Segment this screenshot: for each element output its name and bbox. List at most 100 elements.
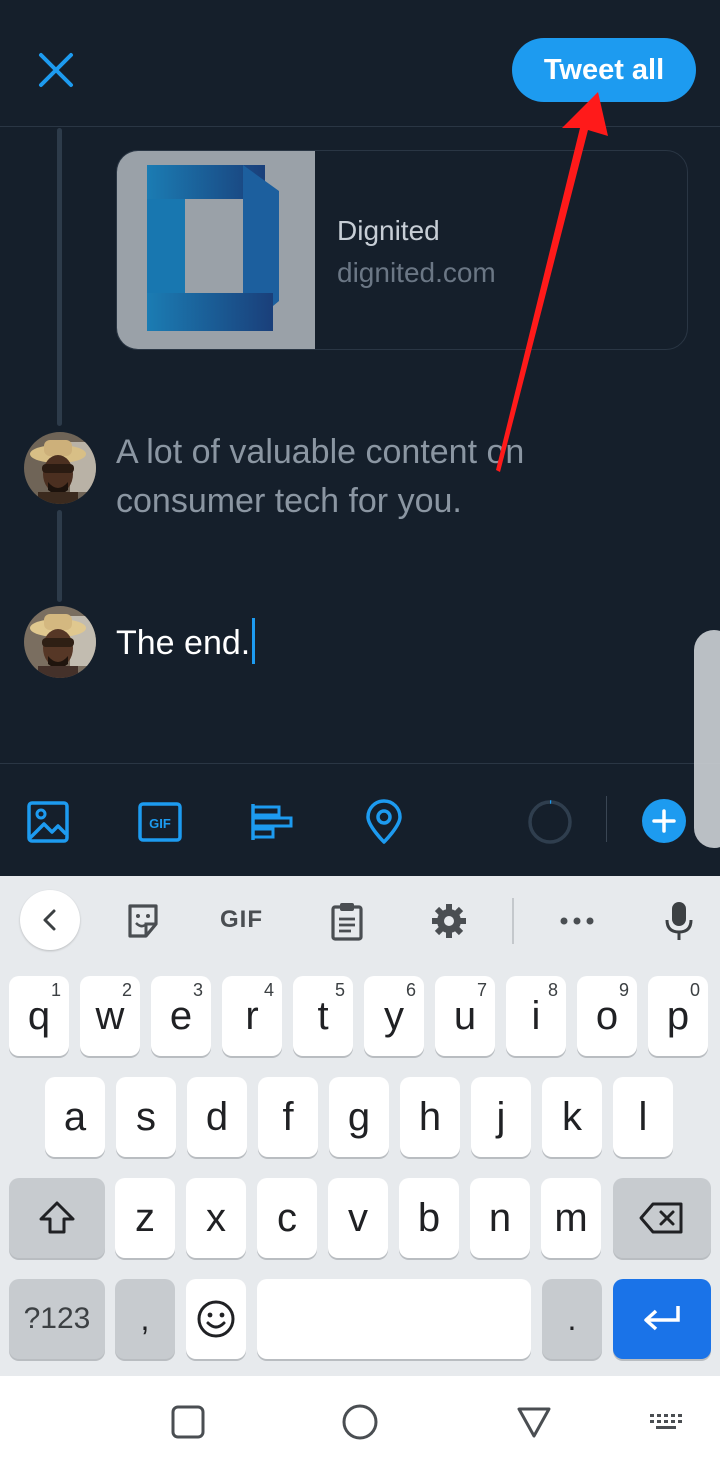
back-button[interactable] <box>514 1402 554 1442</box>
avatar <box>24 606 96 678</box>
key-hint: 3 <box>192 980 203 1000</box>
key-label: d <box>205 1094 229 1139</box>
tweet-text-2[interactable]: A lot of valuable content on consumer te… <box>116 428 586 526</box>
thread-connector <box>57 128 62 426</box>
voice-input-button[interactable] <box>656 898 702 944</box>
sticker-button[interactable] <box>120 898 166 944</box>
key-n[interactable]: n <box>470 1178 530 1258</box>
key-hint: 1 <box>50 980 61 1000</box>
keyboard-back-button[interactable] <box>20 890 80 950</box>
thread-connector <box>57 510 62 602</box>
key-v[interactable]: v <box>328 1178 388 1258</box>
link-preview-card[interactable]: Dignited dignited.com <box>116 150 688 350</box>
poll-icon <box>251 804 293 840</box>
key-e[interactable]: e3 <box>151 976 211 1056</box>
sticker-icon <box>128 904 158 938</box>
key-label: o <box>595 993 619 1038</box>
key-hint: 5 <box>334 980 345 1000</box>
symbols-key[interactable]: ?123 <box>9 1279 105 1359</box>
shift-key[interactable] <box>9 1178 105 1258</box>
backspace-key[interactable] <box>613 1178 711 1258</box>
key-label: r <box>245 993 259 1038</box>
compose-screen: Tweet all Dignited dignited.com A lot of… <box>0 0 720 876</box>
keyboard-settings-button[interactable] <box>426 898 472 944</box>
key-r[interactable]: r4 <box>222 976 282 1056</box>
gif-keyboard-button[interactable]: GIF <box>220 906 263 934</box>
key-b[interactable]: b <box>399 1178 459 1258</box>
key-l[interactable]: l <box>613 1077 673 1157</box>
key-hint: 4 <box>263 980 274 1000</box>
close-icon <box>39 53 73 87</box>
key-label: g <box>347 1094 371 1139</box>
triangle-back-icon <box>517 1407 551 1438</box>
media-button[interactable] <box>24 798 72 846</box>
key-label: z <box>135 1195 155 1240</box>
more-options-button[interactable] <box>554 898 600 944</box>
key-c[interactable]: c <box>257 1178 317 1258</box>
circle-icon <box>342 1404 378 1440</box>
tweet-input-3[interactable]: The end. <box>116 618 256 668</box>
dignited-logo <box>147 165 279 331</box>
space-key[interactable] <box>257 1279 531 1359</box>
character-counter <box>526 798 574 846</box>
key-hint: 8 <box>547 980 558 1000</box>
key-t[interactable]: t5 <box>293 976 353 1056</box>
key-i[interactable]: i8 <box>506 976 566 1056</box>
key-label: h <box>418 1094 442 1139</box>
system-navigation-bar <box>0 1376 720 1470</box>
key-s[interactable]: s <box>116 1077 176 1157</box>
period-key[interactable]: . <box>542 1279 602 1359</box>
comma-key[interactable]: , <box>115 1279 175 1359</box>
key-p[interactable]: p0 <box>648 976 708 1056</box>
add-tweet-button[interactable] <box>642 799 686 843</box>
keyboard-toolbar: GIF <box>0 876 720 966</box>
poll-button[interactable] <box>248 798 296 846</box>
key-a[interactable]: a <box>45 1077 105 1157</box>
enter-key[interactable] <box>613 1279 711 1359</box>
key-d[interactable]: d <box>187 1077 247 1157</box>
key-k[interactable]: k <box>542 1077 602 1157</box>
key-u[interactable]: u7 <box>435 976 495 1056</box>
location-button[interactable] <box>360 798 408 846</box>
gif-button[interactable]: GIF <box>136 798 184 846</box>
link-domain: dignited.com <box>337 257 496 288</box>
home-button[interactable] <box>340 1402 380 1442</box>
clipboard-button[interactable] <box>324 898 370 944</box>
gif-icon: GIF <box>138 802 182 842</box>
key-label: j <box>496 1094 506 1139</box>
soft-keyboard: GIF ?123 , . q 1 w 2 e 3 r 4 t 5 y 6 u 7… <box>0 876 720 1376</box>
recents-button[interactable] <box>168 1402 208 1442</box>
key-j[interactable]: j <box>471 1077 531 1157</box>
close-button[interactable] <box>30 44 82 96</box>
key-w[interactable]: w2 <box>80 976 140 1056</box>
square-icon <box>171 1405 205 1439</box>
top-bar: Tweet all <box>0 0 720 127</box>
key-x[interactable]: x <box>186 1178 246 1258</box>
key-o[interactable]: o9 <box>577 976 637 1056</box>
edge-panel-handle[interactable] <box>694 630 720 848</box>
progress-ring-icon <box>528 800 572 844</box>
key-z[interactable]: z <box>115 1178 175 1258</box>
emoji-icon <box>197 1300 235 1338</box>
key-h[interactable]: h <box>400 1077 460 1157</box>
link-thumbnail <box>117 151 315 349</box>
key-label: m <box>554 1195 588 1240</box>
key-label: t <box>317 993 329 1038</box>
emoji-key[interactable] <box>186 1279 246 1359</box>
more-horizontal-icon <box>560 917 594 925</box>
key-label: n <box>488 1195 512 1240</box>
keyboard-switch-button[interactable] <box>648 1402 688 1442</box>
key-label: k <box>562 1094 582 1139</box>
key-m[interactable]: m <box>541 1178 601 1258</box>
backspace-icon <box>639 1202 683 1234</box>
key-f[interactable]: f <box>258 1077 318 1157</box>
key-q[interactable]: q1 <box>9 976 69 1056</box>
tweet-all-button[interactable]: Tweet all <box>512 38 696 102</box>
clipboard-icon <box>331 903 363 941</box>
key-g[interactable]: g <box>329 1077 389 1157</box>
compose-toolbar: GIF <box>0 763 720 876</box>
key-hint: 7 <box>476 980 487 1000</box>
key-label: f <box>282 1094 294 1139</box>
key-y[interactable]: y6 <box>364 976 424 1056</box>
key-label: w <box>95 993 125 1038</box>
